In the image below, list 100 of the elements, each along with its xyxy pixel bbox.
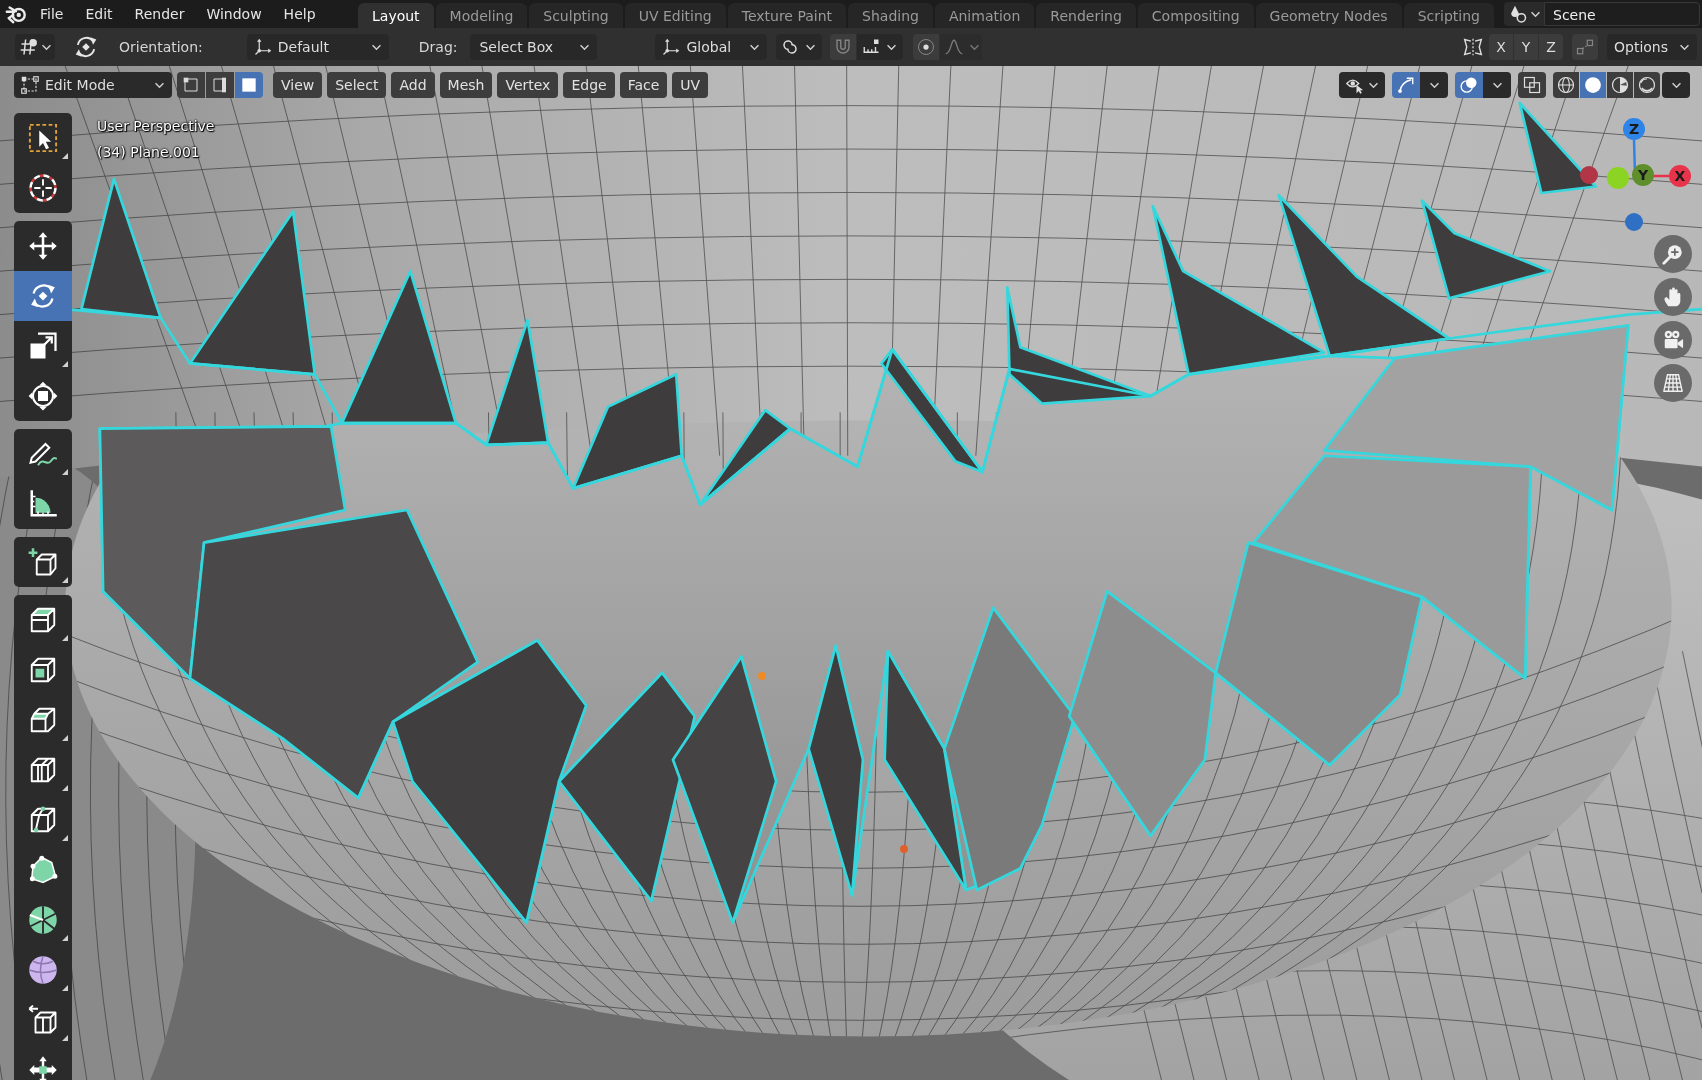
circle-dot-icon: [917, 38, 936, 56]
header-menu[interactable]: UV: [672, 72, 709, 98]
shrink-fatten-icon: [28, 1055, 58, 1080]
shrink-fatten-tool-button[interactable]: [14, 1045, 72, 1080]
workspace-tab[interactable]: Modeling: [435, 3, 528, 28]
axis-lines-drawing: [1630, 138, 1670, 178]
axes-icon: [253, 38, 272, 56]
tool-options-dropdown[interactable]: [15, 34, 55, 60]
object-name-text: (34) Plane.001: [97, 143, 201, 162]
header-menu[interactable]: Face: [619, 72, 668, 98]
mirror-axis-toggle[interactable]: Y: [1514, 34, 1538, 60]
chevron-down-icon: [1679, 43, 1690, 51]
app-logo-icon[interactable]: [5, 3, 27, 25]
increment-icon: [862, 38, 881, 56]
wireframe-sphere-icon: [1557, 76, 1575, 94]
axes-icon: [662, 38, 681, 56]
workspace-tab[interactable]: Layout: [358, 3, 434, 28]
chevron-down-icon: [1428, 81, 1440, 89]
scene-selector[interactable]: [1504, 2, 1544, 26]
annotate-tool-button[interactable]: [14, 429, 72, 479]
pivot-dropdown[interactable]: [776, 34, 823, 60]
transform-orientation-dropdown[interactable]: Global: [655, 34, 768, 60]
shapes-icon: [1509, 5, 1527, 23]
gizmo-toggle[interactable]: [1392, 72, 1420, 98]
shading-mode-button[interactable]: [1580, 72, 1606, 98]
xray-toggle[interactable]: [1518, 72, 1546, 98]
header-menu[interactable]: Add: [391, 72, 435, 98]
rotate-icon: [28, 281, 58, 311]
header-menu[interactable]: Mesh: [439, 72, 493, 98]
sphere-icon: [28, 955, 58, 985]
workspace-tab[interactable]: Sculpting: [529, 3, 623, 28]
hash-dot-icon: [19, 37, 39, 57]
header-menu[interactable]: View: [273, 72, 323, 98]
extrude-icon: [28, 605, 58, 635]
measure-tool-button[interactable]: [14, 479, 72, 529]
add-cube-tool-button[interactable]: [14, 537, 72, 587]
shading-mode-button[interactable]: [1553, 72, 1579, 98]
workspace-tab[interactable]: Rendering: [1036, 3, 1136, 28]
scale-tool-button[interactable]: [14, 321, 72, 371]
overlay-toggle[interactable]: [1455, 72, 1483, 98]
scene-field[interactable]: Scene: [1544, 2, 1700, 26]
drag-dropdown[interactable]: Select Box: [470, 34, 598, 60]
transform-tool-button[interactable]: [14, 371, 72, 421]
chevron-down-icon: [805, 43, 817, 51]
workspace-tab[interactable]: Texture Paint: [727, 3, 847, 28]
scale-icon: [28, 331, 58, 361]
shaded-sphere-icon: [1638, 76, 1656, 94]
solid-sphere-icon: [1584, 76, 1602, 94]
workspace-tab[interactable]: Scripting: [1403, 3, 1494, 28]
select-mode-button[interactable]: [235, 72, 263, 98]
orientation-dropdown[interactable]: Default: [246, 34, 389, 60]
origin-dot-icon: [900, 845, 908, 853]
chevron-down-icon: [1491, 81, 1503, 89]
polygon-icon: [28, 855, 58, 885]
auto-merge-toggle[interactable]: [1572, 34, 1598, 60]
mode-dropdown[interactable]: Edit Mode: [14, 72, 172, 98]
move-icon: [28, 231, 58, 261]
menu-item[interactable]: Help: [272, 0, 327, 28]
chevron-down-icon: [154, 81, 165, 89]
snap-toggle[interactable]: [830, 34, 857, 60]
vertex-select-icon: [183, 77, 199, 93]
shading-mode-button[interactable]: [1607, 72, 1633, 98]
camera-icon: [1662, 329, 1684, 351]
options-dropdown[interactable]: Options: [1607, 34, 1697, 60]
mirror-axis-toggle[interactable]: X: [1489, 34, 1513, 60]
bevel-icon: [28, 705, 58, 735]
overlapping-circles-icon: [1460, 76, 1478, 94]
menu-item[interactable]: Window: [195, 0, 273, 28]
shading-options-dropdown[interactable]: [1662, 72, 1690, 98]
selectability-dropdown[interactable]: [1339, 72, 1385, 98]
workspace-tab[interactable]: Geometry Nodes: [1255, 3, 1402, 28]
menu-item[interactable]: Render: [123, 0, 196, 28]
workspace-tab[interactable]: UV Editing: [624, 3, 726, 28]
gizmo-options-dropdown[interactable]: [1420, 72, 1448, 98]
extrude-tool-button[interactable]: [14, 595, 72, 645]
menu-item[interactable]: File: [29, 0, 75, 28]
cursor-tool-button[interactable]: [14, 163, 72, 213]
header-menu[interactable]: Vertex: [497, 72, 559, 98]
mirror-axis-toggle[interactable]: Z: [1539, 34, 1563, 60]
workspace-tab[interactable]: Shading: [848, 3, 933, 28]
select-mode-button[interactable]: [206, 72, 234, 98]
overlay-options-dropdown[interactable]: [1483, 72, 1511, 98]
workspace-tab[interactable]: Animation: [934, 3, 1035, 28]
curve-arrow-icon: [1397, 76, 1415, 94]
move-tool-button[interactable]: [14, 221, 72, 271]
chevron-down-icon: [1670, 81, 1682, 89]
header-menu[interactable]: Edge: [563, 72, 615, 98]
workspace-tab[interactable]: Compositing: [1137, 3, 1254, 28]
ruler-icon: [28, 489, 58, 519]
select-box-tool-button[interactable]: [14, 113, 72, 163]
header-menu[interactable]: Select: [327, 72, 387, 98]
snap-target-dropdown[interactable]: [857, 34, 904, 60]
menu-item[interactable]: Edit: [74, 0, 124, 28]
face-select-icon: [241, 77, 257, 93]
select-mode-button[interactable]: [177, 72, 205, 98]
origin-dot-icon: [758, 672, 766, 680]
chevron-down-icon: [41, 43, 52, 51]
shading-mode-button[interactable]: [1634, 72, 1660, 98]
proportional-editing-toggle[interactable]: [913, 34, 940, 60]
rotate-tool-button[interactable]: [14, 271, 72, 321]
